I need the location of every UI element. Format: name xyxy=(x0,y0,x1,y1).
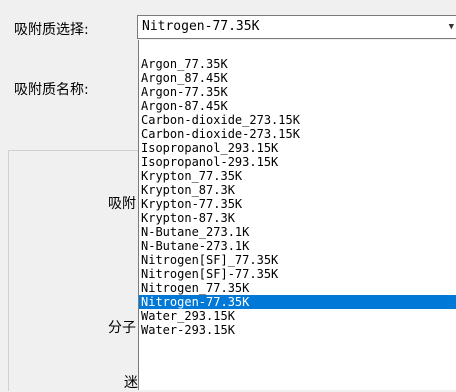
dropdown-option[interactable]: Argon-77.35K xyxy=(139,85,456,99)
dropdown-option[interactable]: Isopropanol-293.15K xyxy=(139,155,456,169)
dropdown-option[interactable]: Nitrogen[SF]-77.35K xyxy=(139,267,456,281)
dropdown-option[interactable]: N-Butane-273.1K xyxy=(139,239,456,253)
dropdown-option[interactable]: Nitrogen-77.35K xyxy=(139,295,456,309)
obscured-label-partial: 迷 xyxy=(124,375,138,391)
dropdown-option[interactable]: Nitrogen_77.35K xyxy=(139,281,456,295)
chevron-down-icon[interactable]: ▼ xyxy=(449,16,454,38)
dropdown-option[interactable]: Nitrogen[SF]_77.35K xyxy=(139,253,456,267)
dropdown-option[interactable]: Carbon-dioxide_273.15K xyxy=(139,113,456,127)
adsorbate-name-label: 吸附质名称: xyxy=(14,82,89,98)
obscured-label-molecule: 分子 xyxy=(108,320,136,336)
dropdown-option[interactable]: Water_293.15K xyxy=(139,309,456,323)
dropdown-option[interactable]: Krypton-87.3K xyxy=(139,211,456,225)
adsorbate-select-combobox[interactable]: Nitrogen-77.35K ▼ xyxy=(137,15,456,39)
dropdown-option[interactable]: Argon_77.35K xyxy=(139,57,456,71)
obscured-label-adsorption: 吸附 xyxy=(108,196,136,212)
dropdown-option[interactable]: Krypton_77.35K xyxy=(139,169,456,183)
adsorbate-select-label: 吸附质选择: xyxy=(14,22,89,38)
dropdown-option[interactable]: Argon_87.45K xyxy=(139,71,456,85)
dropdown-option[interactable]: Krypton_87.3K xyxy=(139,183,456,197)
dropdown-options: Argon_77.35K Argon_87.45K Argon-77.35K Argo… xyxy=(139,40,456,337)
adsorbate-dropdown-list[interactable]: Argon_77.35K Argon_87.45K Argon-77.35K Argo… xyxy=(138,40,456,390)
combobox-value: Nitrogen-77.35K xyxy=(142,19,260,34)
dropdown-option[interactable]: Water-293.15K xyxy=(139,323,456,337)
dropdown-option[interactable]: Krypton-77.35K xyxy=(139,197,456,211)
dropdown-option[interactable]: Argon-87.45K xyxy=(139,99,456,113)
dropdown-option[interactable]: N-Butane_273.1K xyxy=(139,225,456,239)
dropdown-option[interactable]: Isopropanol_293.15K xyxy=(139,141,456,155)
background-panel xyxy=(8,150,139,391)
dropdown-option[interactable]: Carbon-dioxide-273.15K xyxy=(139,127,456,141)
